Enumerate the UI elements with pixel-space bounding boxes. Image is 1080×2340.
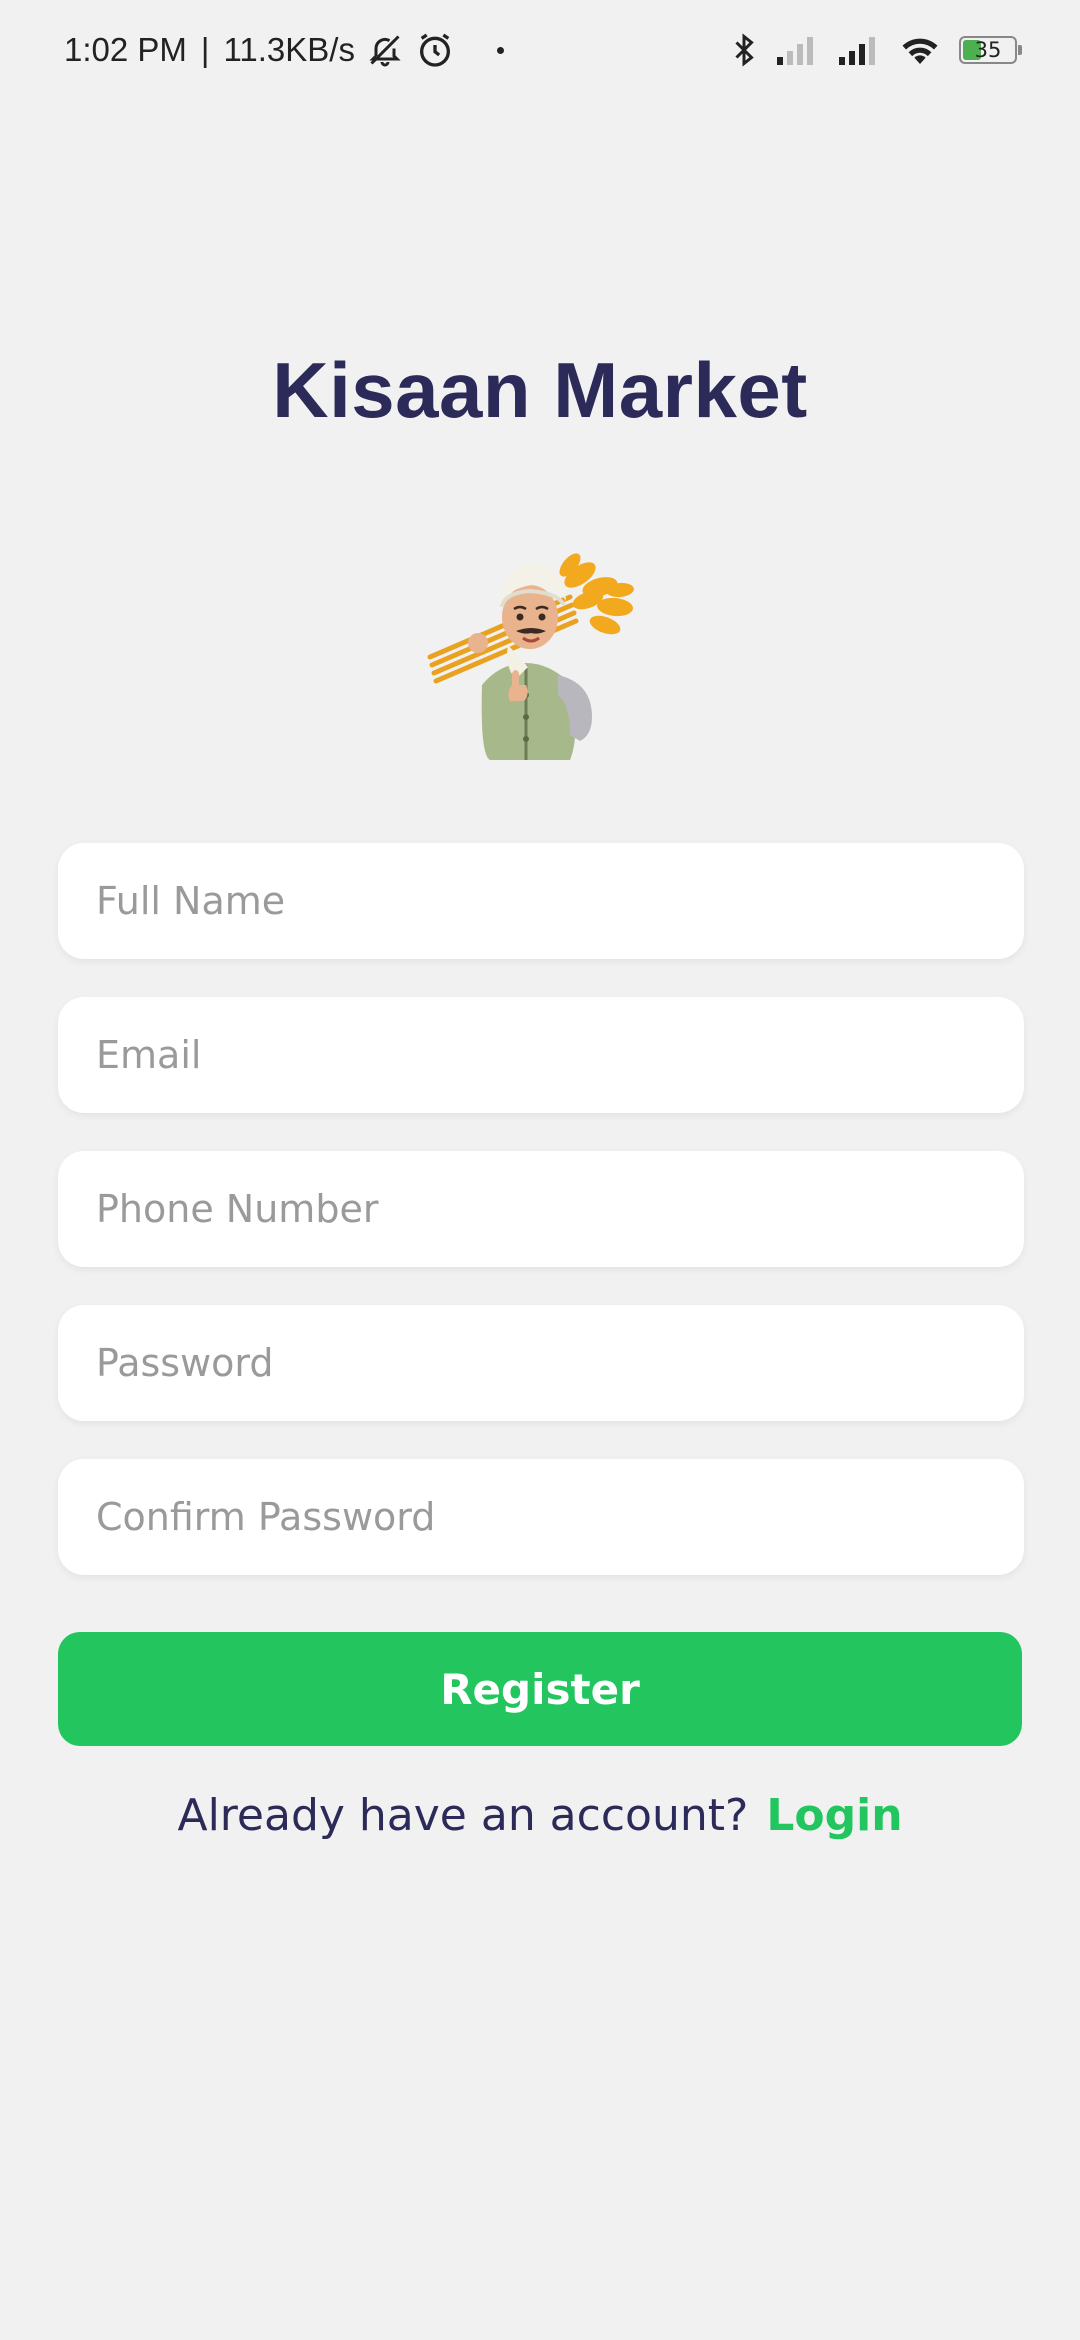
status-separator: | bbox=[200, 31, 210, 68]
notification-dot bbox=[496, 46, 504, 54]
signal-icon bbox=[837, 35, 881, 65]
phone-number-input[interactable] bbox=[58, 1151, 1024, 1267]
login-prompt: Already have an account? Login bbox=[0, 1790, 1080, 1841]
register-form bbox=[58, 843, 1024, 1613]
confirm-password-input[interactable] bbox=[58, 1459, 1024, 1575]
register-button[interactable]: Register bbox=[58, 1632, 1022, 1746]
password-field-container bbox=[58, 1305, 1024, 1421]
phone-field-container bbox=[58, 1151, 1024, 1267]
signal-icon bbox=[775, 35, 819, 65]
status-bar: 1:02 PM | 11.3KB/s 35 bbox=[0, 0, 1080, 100]
battery-body: 35 bbox=[959, 36, 1017, 64]
confirm-password-field-container bbox=[58, 1459, 1024, 1575]
login-link[interactable]: Login bbox=[766, 1790, 902, 1841]
full-name-input[interactable] bbox=[58, 843, 1024, 959]
email-field-container bbox=[58, 997, 1024, 1113]
farmer-with-wheat-icon bbox=[420, 545, 650, 775]
login-prompt-text: Already have an account? bbox=[177, 1790, 749, 1841]
register-screen: 1:02 PM | 11.3KB/s 35 Kisaan Market Full… bbox=[0, 0, 1080, 2340]
battery-icon: 35 bbox=[959, 36, 1022, 64]
status-left: 1:02 PM | 11.3KB/s bbox=[64, 30, 504, 70]
battery-cap bbox=[1018, 45, 1022, 55]
wifi-icon bbox=[899, 34, 941, 66]
email-input[interactable] bbox=[58, 997, 1024, 1113]
app-title: Kisaan Market bbox=[272, 346, 808, 434]
status-time: 1:02 PM bbox=[64, 31, 187, 68]
bluetooth-icon bbox=[731, 32, 757, 68]
battery-level: 35 bbox=[974, 38, 1002, 62]
network-speed: 11.3KB/s bbox=[223, 31, 355, 68]
bell-off-icon bbox=[367, 32, 403, 68]
full-name-field-container bbox=[58, 843, 1024, 959]
status-right: 35 bbox=[731, 32, 1022, 68]
password-input[interactable] bbox=[58, 1305, 1024, 1421]
alarm-icon bbox=[415, 30, 455, 70]
